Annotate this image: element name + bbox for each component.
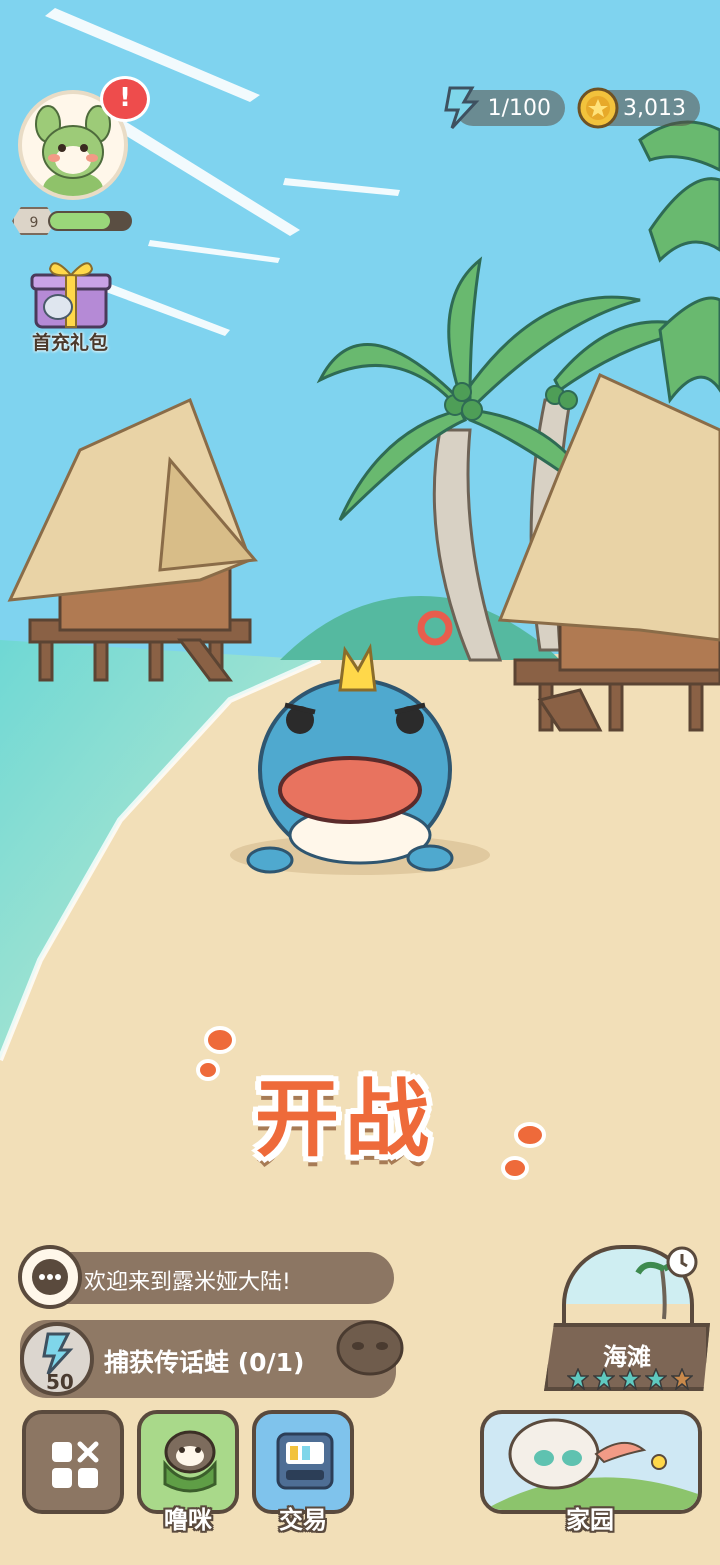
coin-value: 3,013 xyxy=(623,95,686,121)
start-battle-button[interactable]: 开战 xyxy=(255,1052,435,1173)
gift-box-icon[interactable] xyxy=(28,255,114,331)
home-icon xyxy=(484,1418,698,1510)
trade-button-label: 交易 xyxy=(279,1506,327,1534)
quest-title: 捕获传话蛙 (0/1) xyxy=(104,1348,305,1377)
level-progress-bar xyxy=(48,211,132,231)
quest-creature-icon xyxy=(336,1320,404,1376)
star-icon xyxy=(593,1368,615,1390)
pet-button[interactable] xyxy=(137,1410,239,1514)
energy-value: 1/100 xyxy=(487,95,551,121)
trade-icon xyxy=(276,1432,334,1490)
star-icon xyxy=(671,1368,693,1390)
clock-icon[interactable] xyxy=(665,1245,699,1279)
first-recharge-gift-label[interactable]: 首充礼包 xyxy=(20,328,120,355)
left-hut xyxy=(7,397,258,682)
pet-button-label: 噜咪 xyxy=(164,1506,212,1534)
chat-message: 欢迎来到露米娅大陆! xyxy=(84,1270,291,1295)
chat-bubble-icon[interactable] xyxy=(18,1245,82,1309)
game-scene: 1/100 3,013 ! 9 首充礼包 开战 欢迎来到露米娅大陆! 捕获传话蛙… xyxy=(0,0,720,1565)
alert-icon[interactable]: ! xyxy=(100,76,150,122)
star-icon xyxy=(619,1368,641,1390)
star-icon xyxy=(567,1368,589,1390)
home-button-label: 家园 xyxy=(566,1506,614,1534)
star-icon xyxy=(645,1368,667,1390)
pet-icon xyxy=(163,1430,217,1493)
quest-reward: 50 xyxy=(46,1370,74,1394)
energy-bolt-icon xyxy=(444,86,480,130)
menu-button[interactable] xyxy=(22,1410,124,1514)
trade-button[interactable] xyxy=(252,1410,354,1514)
level-progress-fill xyxy=(50,213,110,229)
chat-bubble-glyph xyxy=(32,1259,68,1295)
menu-grid-icon xyxy=(52,1441,99,1488)
quest-bolt-icon[interactable]: 50 xyxy=(20,1322,94,1396)
coin-icon xyxy=(577,87,619,129)
home-button[interactable] xyxy=(480,1410,702,1514)
location-name: 海滩 xyxy=(603,1343,651,1371)
location-stars xyxy=(560,1368,700,1394)
